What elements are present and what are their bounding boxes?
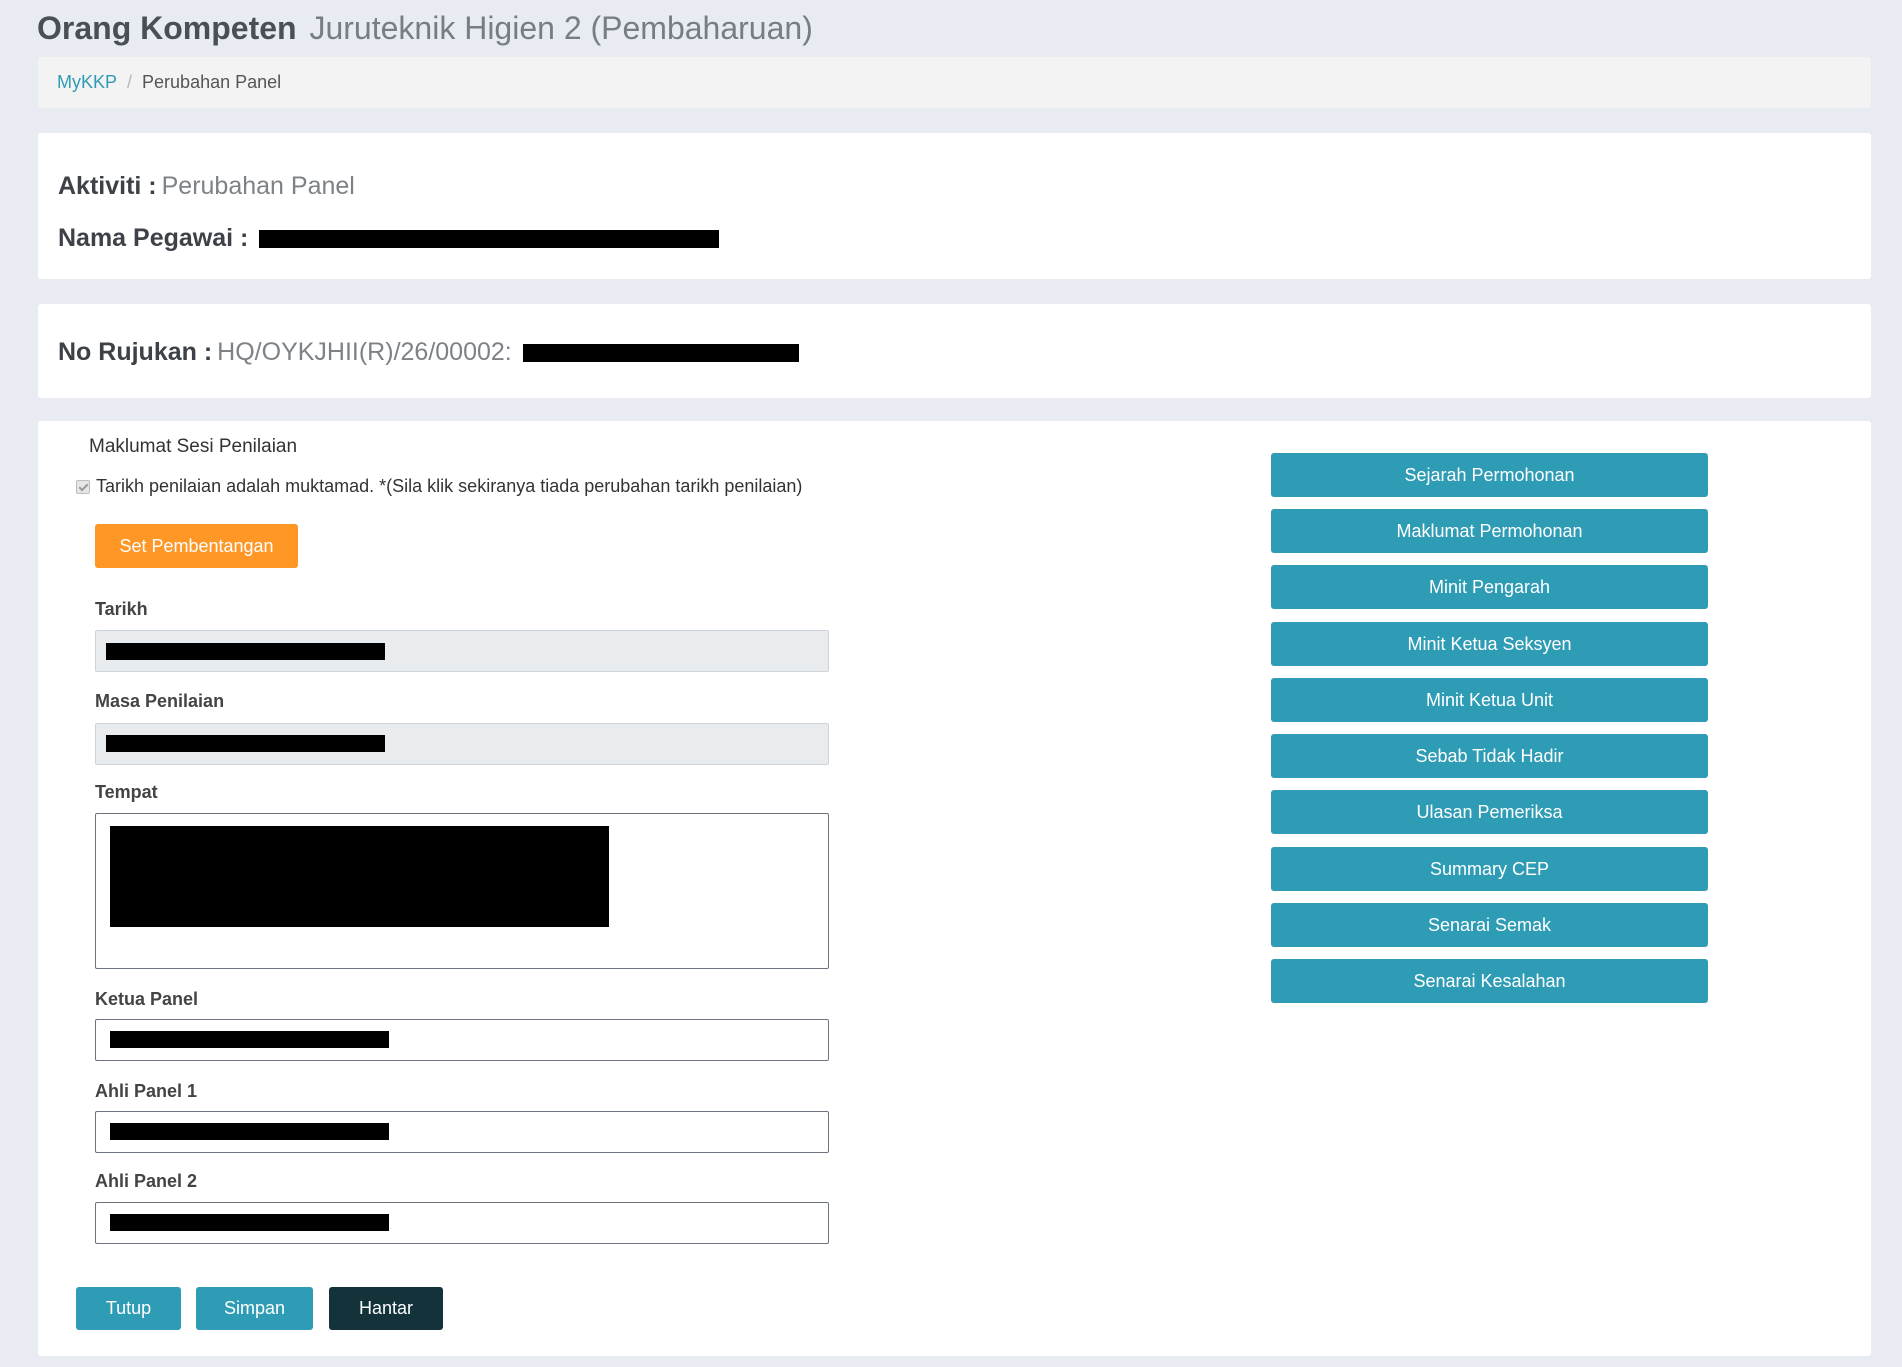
section-heading: Maklumat Sesi Penilaian [89, 436, 298, 457]
masa-penilaian-redacted [106, 735, 385, 752]
rujukan-row: No Rujukan : HQ/OYKJHII(R)/26/00002: [58, 336, 799, 368]
muktamad-checkbox[interactable] [76, 479, 90, 494]
page-title-sub: Juruteknik Higien 2 (Pembaharuan) [309, 10, 813, 46]
ahli-panel-2-label: Ahli Panel 2 [95, 1171, 198, 1191]
minit-ketua-seksyen-button[interactable]: Minit Ketua Seksyen [1271, 622, 1708, 666]
rujukan-value: HQ/OYKJHII(R)/26/00002: [217, 338, 512, 366]
aktiviti-value: Perubahan Panel [161, 172, 355, 200]
tempat-redacted [110, 826, 609, 927]
masa-penilaian-label: Masa Penilaian [95, 691, 225, 711]
tarikh-label: Tarikh [95, 599, 148, 619]
hantar-button[interactable]: Hantar [329, 1287, 443, 1330]
sebab-tidak-hadir-button[interactable]: Sebab Tidak Hadir [1271, 734, 1708, 778]
activity-info-card: Aktiviti : Perubahan Panel Nama Pegawai : [38, 133, 1871, 279]
senarai-semak-button[interactable]: Senarai Semak [1271, 903, 1708, 947]
muktamad-checkbox-row[interactable]: Tarikh penilaian adalah muktamad. *(Sila… [76, 476, 802, 497]
ahli-panel-1-redacted [110, 1123, 389, 1140]
tutup-button[interactable]: Tutup [76, 1287, 181, 1330]
ahli-panel-1-label: Ahli Panel 1 [95, 1081, 198, 1101]
senarai-kesalahan-button[interactable]: Senarai Kesalahan [1271, 959, 1708, 1003]
breadcrumb-home-link[interactable]: MyKKP [57, 72, 117, 92]
nama-pegawai-row: Nama Pegawai : [58, 222, 720, 254]
summary-cep-button[interactable]: Summary CEP [1271, 847, 1708, 891]
sejarah-permohonan-button[interactable]: Sejarah Permohonan [1271, 453, 1708, 497]
ulasan-pemeriksa-button[interactable]: Ulasan Pemeriksa [1271, 790, 1708, 834]
aktiviti-label: Aktiviti : [58, 172, 157, 200]
maklumat-permohonan-button[interactable]: Maklumat Permohonan [1271, 509, 1708, 553]
reference-card: No Rujukan : HQ/OYKJHII(R)/26/00002: [38, 304, 1871, 398]
tempat-textarea[interactable] [95, 813, 829, 969]
tempat-label: Tempat [95, 782, 158, 802]
rujukan-label: No Rujukan : [58, 338, 213, 366]
ketua-panel-label: Ketua Panel [95, 989, 199, 1009]
session-form-card: Maklumat Sesi Penilaian Tarikh penilaian… [38, 421, 1871, 1356]
breadcrumb: MyKKP / Perubahan Panel [38, 57, 1871, 108]
ketua-panel-redacted [110, 1031, 389, 1048]
ketua-panel-input[interactable] [95, 1019, 829, 1061]
rujukan-redacted [522, 344, 799, 363]
minit-pengarah-button[interactable]: Minit Pengarah [1271, 565, 1708, 609]
breadcrumb-current: Perubahan Panel [142, 72, 282, 92]
aktiviti-row: Aktiviti : Perubahan Panel [58, 170, 355, 202]
tarikh-field [95, 630, 829, 672]
page-title: Orang Kompeten Juruteknik Higien 2 (Pemb… [37, 8, 813, 48]
nama-pegawai-label: Nama Pegawai : [58, 224, 249, 252]
ahli-panel-1-input[interactable] [95, 1111, 829, 1153]
masa-penilaian-field [95, 723, 829, 765]
tarikh-redacted [106, 643, 385, 660]
minit-ketua-unit-button[interactable]: Minit Ketua Unit [1271, 678, 1708, 722]
set-pembentangan-button[interactable]: Set Pembentangan [95, 524, 298, 568]
simpan-button[interactable]: Simpan [196, 1287, 313, 1330]
nama-pegawai-redacted [259, 230, 720, 249]
muktamad-checkbox-label: Tarikh penilaian adalah muktamad. *(Sila… [96, 476, 803, 496]
page-title-main: Orang Kompeten [37, 10, 297, 46]
ahli-panel-2-redacted [110, 1214, 389, 1231]
ahli-panel-2-input[interactable] [95, 1202, 829, 1244]
breadcrumb-separator: / [127, 72, 133, 92]
